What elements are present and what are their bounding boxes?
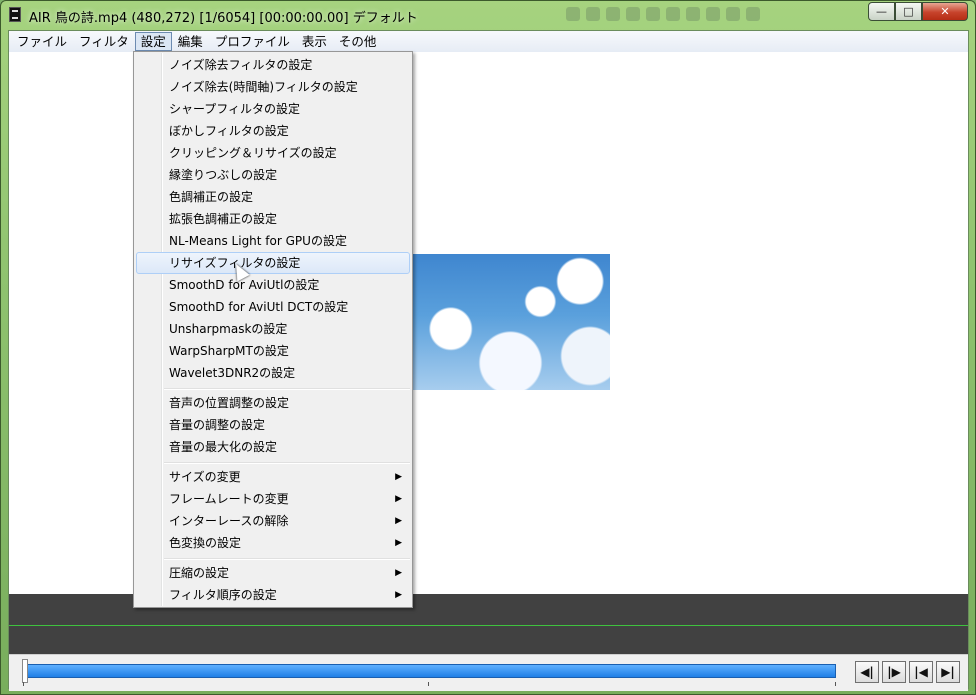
menu-item-resize-filter[interactable]: リサイズフィルタの設定 <box>136 252 410 274</box>
menu-item-blur-filter[interactable]: ぼかしフィルタの設定 <box>136 120 410 142</box>
ghost-icon <box>706 7 720 21</box>
menu-edit[interactable]: 編集 <box>172 32 209 51</box>
menu-item-change-framerate[interactable]: フレームレートの変更 ▶ <box>136 488 410 510</box>
menu-item-warpsharpmt[interactable]: WarpSharpMTの設定 <box>136 340 410 362</box>
window-title: AIR 鳥の詩.mp4 (480,272) [1/6054] [00:00:00… <box>29 11 418 26</box>
menu-item-deinterlace[interactable]: インターレースの解除 ▶ <box>136 510 410 532</box>
tick <box>428 682 429 686</box>
menu-separator <box>164 558 410 560</box>
caption-buttons: — □ ✕ <box>868 2 968 21</box>
menu-item-color-conversion[interactable]: 色変換の設定 ▶ <box>136 532 410 554</box>
menu-item-label: フィルタ順序の設定 <box>169 588 277 602</box>
tick <box>835 682 836 686</box>
menu-item-filter-order[interactable]: フィルタ順序の設定 ▶ <box>136 584 410 606</box>
app-window: AIR 鳥の詩.mp4 (480,272) [1/6054] [00:00:00… <box>0 0 976 695</box>
close-button[interactable]: ✕ <box>922 2 968 21</box>
ghost-icon <box>666 7 680 21</box>
menu-item-label: サイズの変更 <box>169 470 241 484</box>
menu-item-sharpen-filter[interactable]: シャープフィルタの設定 <box>136 98 410 120</box>
menu-filter[interactable]: フィルタ <box>73 32 135 51</box>
video-frame <box>411 254 610 390</box>
prev-keyframe-button[interactable]: ◀| <box>855 661 879 683</box>
menu-item-label: インターレースの解除 <box>169 514 289 528</box>
menu-item-nlmeans[interactable]: NL-Means Light for GPUの設定 <box>136 230 410 252</box>
menu-item-extended-color-correction[interactable]: 拡張色調補正の設定 <box>136 208 410 230</box>
titlebar-toolbar-ghost <box>566 7 760 21</box>
menu-item-audio-position[interactable]: 音声の位置調整の設定 <box>136 392 410 414</box>
menu-item-label: 色変換の設定 <box>169 536 242 550</box>
next-keyframe-button[interactable]: |▶ <box>882 661 906 683</box>
ghost-icon <box>586 7 600 21</box>
menu-separator <box>164 462 410 464</box>
menu-item-smoothd-dct[interactable]: SmoothD for AviUtl DCTの設定 <box>136 296 410 318</box>
submenu-arrow-icon: ▶ <box>395 494 402 504</box>
go-to-end-button[interactable]: ▶| <box>936 661 960 683</box>
menu-separator <box>164 388 410 390</box>
ghost-icon <box>646 7 660 21</box>
submenu-arrow-icon: ▶ <box>395 538 402 548</box>
menu-item-smoothd[interactable]: SmoothD for AviUtlの設定 <box>136 274 410 296</box>
transport-buttons: ◀| |▶ |◀ ▶| <box>855 661 960 683</box>
menu-item-label: 圧縮の設定 <box>169 566 230 580</box>
ghost-icon <box>626 7 640 21</box>
seek-bar[interactable] <box>23 664 836 678</box>
menu-other[interactable]: その他 <box>333 32 383 51</box>
menu-item-noise-filter[interactable]: ノイズ除去フィルタの設定 <box>136 54 410 76</box>
ghost-icon <box>606 7 620 21</box>
go-to-start-button[interactable]: |◀ <box>909 661 933 683</box>
menu-item-volume-maximize[interactable]: 音量の最大化の設定 <box>136 436 410 458</box>
settings-dropdown-menu: ノイズ除去フィルタの設定 ノイズ除去(時間軸)フィルタの設定 シャープフィルタの… <box>133 51 413 608</box>
ghost-icon <box>686 7 700 21</box>
ghost-icon <box>726 7 740 21</box>
menu-item-compression[interactable]: 圧縮の設定 ▶ <box>136 562 410 584</box>
menu-item-unsharpmask[interactable]: Unsharpmaskの設定 <box>136 318 410 340</box>
ghost-icon <box>746 7 760 21</box>
maximize-button[interactable]: □ <box>895 2 922 21</box>
menu-item-wavelet3dnr2[interactable]: Wavelet3DNR2の設定 <box>136 362 410 384</box>
title-bar[interactable]: AIR 鳥の詩.mp4 (480,272) [1/6054] [00:00:00… <box>1 1 975 30</box>
menu-item-change-size[interactable]: サイズの変更 ▶ <box>136 466 410 488</box>
menu-view[interactable]: 表示 <box>296 32 333 51</box>
menu-item-clipping-resize[interactable]: クリッピング＆リサイズの設定 <box>136 142 410 164</box>
seek-ticks <box>23 682 836 687</box>
menu-item-border-fill[interactable]: 縁塗りつぶしの設定 <box>136 164 410 186</box>
seek-controls: ◀| |▶ |◀ ▶| <box>9 654 968 691</box>
audio-waveform-line <box>9 625 968 626</box>
menu-item-volume-adjust[interactable]: 音量の調整の設定 <box>136 414 410 436</box>
menu-settings[interactable]: 設定 <box>134 32 172 51</box>
submenu-arrow-icon: ▶ <box>395 516 402 526</box>
menu-profile[interactable]: プロファイル <box>209 32 296 51</box>
menu-bar: ファイル フィルタ 設定 編集 プロファイル 表示 その他 <box>9 31 968 53</box>
submenu-arrow-icon: ▶ <box>395 472 402 482</box>
menu-item-color-correction[interactable]: 色調補正の設定 <box>136 186 410 208</box>
seek-handle[interactable] <box>22 659 28 683</box>
menu-item-label: フレームレートの変更 <box>169 492 289 506</box>
menu-item-temporal-noise-filter[interactable]: ノイズ除去(時間軸)フィルタの設定 <box>136 76 410 98</box>
menu-file[interactable]: ファイル <box>11 32 73 51</box>
ghost-icon <box>566 7 580 21</box>
film-icon[interactable] <box>9 7 21 22</box>
submenu-arrow-icon: ▶ <box>395 568 402 578</box>
tick <box>23 682 24 686</box>
submenu-arrow-icon: ▶ <box>395 590 402 600</box>
minimize-button[interactable]: — <box>868 2 895 21</box>
